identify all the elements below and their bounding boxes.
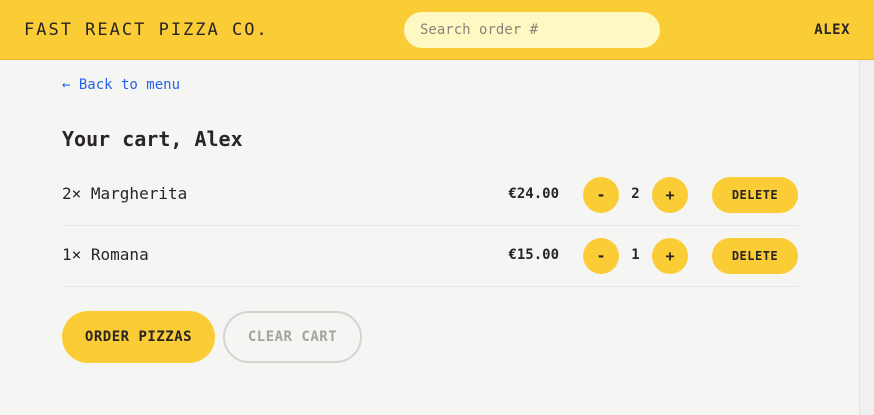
username: ALEX bbox=[814, 22, 850, 38]
item-quantity: 1 bbox=[631, 247, 640, 263]
decrease-quantity-button[interactable]: - bbox=[583, 238, 619, 274]
app-header: FAST REACT PIZZA CO. ALEX bbox=[0, 0, 874, 60]
increase-quantity-button[interactable]: + bbox=[652, 238, 688, 274]
cart-item-name: 1× Romana bbox=[62, 245, 149, 264]
back-to-menu-link[interactable]: ← Back to menu bbox=[62, 77, 180, 93]
cart-title: Your cart, Alex bbox=[62, 127, 243, 151]
clear-cart-button[interactable]: CLEAR CART bbox=[223, 311, 362, 363]
cart-item-price: €24.00 bbox=[508, 186, 559, 202]
cart-item-name: 2× Margherita bbox=[62, 184, 188, 203]
delete-item-button[interactable]: DELETE bbox=[712, 238, 798, 274]
item-quantity: 2 bbox=[631, 186, 640, 202]
vertical-scrollbar[interactable] bbox=[859, 60, 874, 415]
app-logo[interactable]: FAST REACT PIZZA CO. bbox=[24, 20, 269, 40]
cart-item-price: €15.00 bbox=[508, 247, 559, 263]
order-pizzas-button[interactable]: ORDER PIZZAS bbox=[62, 311, 215, 363]
decrease-quantity-button[interactable]: - bbox=[583, 177, 619, 213]
cart-item: 2× Margherita €24.00 - 2 + DELETE bbox=[62, 165, 798, 226]
increase-quantity-button[interactable]: + bbox=[652, 177, 688, 213]
cart-item: 1× Romana €15.00 - 1 + DELETE bbox=[62, 226, 798, 287]
delete-item-button[interactable]: DELETE bbox=[712, 177, 798, 213]
search-order-input[interactable] bbox=[404, 12, 660, 48]
